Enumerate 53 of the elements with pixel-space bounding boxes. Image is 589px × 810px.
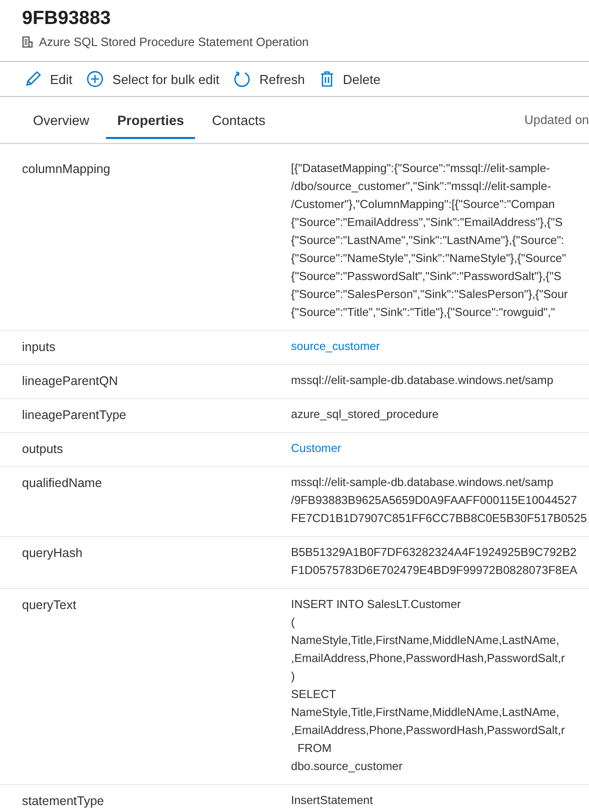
property-value: FROM <box>296 741 333 757</box>
add-icon <box>86 70 104 88</box>
updated-label: Updated on <box>524 113 589 127</box>
property-name: lineageParentType <box>22 407 128 424</box>
trash-icon <box>318 70 335 88</box>
property-value: azure_sql_stored_procedure <box>291 407 440 423</box>
property-name: statementType <box>22 793 105 810</box>
page-title: 9FB93883 <box>22 8 112 30</box>
property-value: /Customer"},"ColumnMapping":[{"Source":"Compan <box>291 197 556 213</box>
property-value: INSERT INTO SalesLT.Customer <box>291 597 462 613</box>
property-value: ) <box>291 669 296 685</box>
property-value: ( <box>291 615 296 631</box>
property-value: dbo.source_customer <box>291 759 404 775</box>
property-value: /9FB93883B9625A5659D0A9FAAFF000115E10044527 <box>291 493 578 509</box>
property-value: FE7CD1B1D7907C851FF6CC7BB8C0E5B30F517B0525 <box>291 511 588 527</box>
property-value: mssql://elit-sample-db.database.windows.net/samp <box>291 475 554 491</box>
property-value: {"Source":"EmailAddress","Sink":"EmailAddress"},{"S <box>291 215 564 231</box>
property-name: queryHash <box>22 545 84 562</box>
property-value: F1D0575783D6E702479E4BD9F99972B0828073F8EA <box>291 563 578 579</box>
property-name: queryText <box>22 597 78 614</box>
tab[interactable]: Contacts <box>201 101 276 139</box>
property-value: NameStyle,Title,FirstName,MiddleNAme,LastNAme, <box>291 705 560 721</box>
property-value: /dbo/source_customer","Sink":"mssql://elit-sample- <box>291 179 552 195</box>
property-value: {"Source":"PasswordSalt","Sink":"PasswordSalt"},{"S <box>291 269 562 285</box>
property-name: outputs <box>22 441 64 458</box>
property-name: inputs <box>22 339 56 356</box>
property-value: {"Source":"LastNAme","Sink":"LastNAme"},{"Source": <box>291 233 566 249</box>
tab[interactable]: Overview <box>22 101 100 139</box>
property-value: SELECT <box>291 687 338 703</box>
property-value: NameStyle,Title,FirstName,MiddleNAme,LastNAme, <box>291 633 560 649</box>
property-value: ,EmailAddress,Phone,PasswordHash,PasswordSalt,r <box>291 651 566 667</box>
tab[interactable]: Properties <box>106 101 196 139</box>
edit-button[interactable]: Edit <box>24 70 78 88</box>
property-value: {"Source":"SalesPerson","Sink":"SalesPerson"},{"Sour <box>291 287 569 303</box>
asset-type: Azure SQL Stored Procedure Statement Operation <box>39 35 309 49</box>
refresh-icon <box>233 70 252 88</box>
refresh-button[interactable]: Refresh <box>233 70 311 88</box>
property-value: {"Source":"Title","Sink":"Title"},{"Source":"rowguid"," <box>291 305 556 321</box>
document-icon <box>22 36 33 48</box>
property-link[interactable]: source_customer <box>291 338 589 356</box>
property-value: InsertStatement <box>291 793 374 809</box>
property-value: {"Source":"NameStyle","Sink":"NameStyle"},{"Source" <box>291 251 568 267</box>
property-value: B5B51329A1B0F7DF63282324A4F1924925B9C792B2 <box>291 545 578 561</box>
add-button[interactable]: Select for bulk edit <box>86 70 226 88</box>
property-value: ,EmailAddress,Phone,PasswordHash,PasswordSalt,r <box>291 723 566 739</box>
property-value: [{"DatasetMapping":{"Source":"mssql://elit-sample- <box>291 161 552 177</box>
pencil-icon <box>24 70 42 88</box>
property-value: mssql://elit-sample-db.database.windows.net/samp <box>291 373 554 389</box>
property-name: lineageParentQN <box>22 373 119 390</box>
property-link[interactable]: Customer <box>291 440 589 458</box>
property-name: qualifiedName <box>22 475 103 492</box>
property-name: columnMapping <box>22 161 112 178</box>
delete-button[interactable]: Delete <box>318 70 386 88</box>
